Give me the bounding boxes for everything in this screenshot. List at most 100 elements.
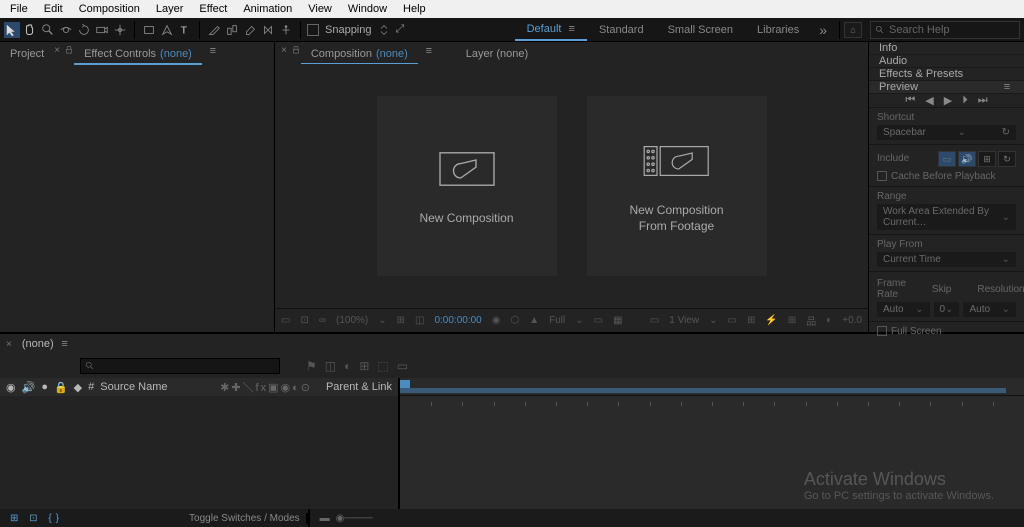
menu-layer[interactable]: Layer bbox=[148, 1, 192, 17]
workspace-default[interactable]: Default ≡ bbox=[515, 19, 587, 41]
panel-menu-icon[interactable]: ≡ bbox=[1000, 81, 1014, 93]
lock-column-icon[interactable]: 🔒 bbox=[54, 381, 68, 394]
alpha-icon[interactable]: ▲ bbox=[529, 315, 539, 326]
menu-view[interactable]: View bbox=[300, 1, 340, 17]
hand-tool[interactable] bbox=[22, 22, 38, 38]
frame-blend-icon[interactable]: ◫ bbox=[325, 359, 336, 373]
flowchart-icon[interactable]: 品 bbox=[806, 313, 816, 328]
include-overlay-icon[interactable]: ⊞ bbox=[978, 151, 996, 167]
eraser-tool[interactable] bbox=[242, 22, 258, 38]
timecode[interactable]: 0:00:00:00 bbox=[434, 315, 481, 326]
timeline-search[interactable] bbox=[80, 358, 280, 374]
lock-icon[interactable] bbox=[64, 45, 74, 55]
framerate-value[interactable]: Auto bbox=[883, 304, 904, 315]
clone-tool[interactable] bbox=[224, 22, 240, 38]
prev-frame-icon[interactable]: ◀ bbox=[925, 94, 933, 107]
region-icon[interactable]: ▭ bbox=[594, 315, 603, 326]
panel-effects-presets[interactable]: Effects & Presets bbox=[869, 68, 1024, 81]
exposure[interactable]: +0.0 bbox=[842, 315, 862, 326]
footer-icon-2[interactable]: ⊡ bbox=[29, 513, 41, 524]
selection-tool[interactable] bbox=[4, 22, 20, 38]
source-name-column[interactable]: Source Name bbox=[100, 381, 214, 393]
viewer-infinity-icon[interactable]: ∞ bbox=[319, 315, 326, 326]
audio-column-icon[interactable]: 🔊 bbox=[22, 381, 36, 394]
playhead[interactable] bbox=[400, 380, 410, 388]
tab-effect-controls[interactable]: Effect Controls (none) bbox=[74, 45, 202, 65]
work-area-bar[interactable] bbox=[400, 388, 1006, 393]
playfrom-value[interactable]: Current Time bbox=[883, 254, 941, 265]
exposure-reset-icon[interactable]: ◐ bbox=[826, 315, 832, 326]
roto-tool[interactable] bbox=[260, 22, 276, 38]
close-tab-icon[interactable]: × bbox=[54, 45, 60, 56]
pixel-aspect-icon[interactable]: ⊞ bbox=[747, 315, 755, 326]
play-icon[interactable]: ▶ bbox=[944, 94, 952, 107]
menu-composition[interactable]: Composition bbox=[71, 1, 148, 17]
tab-composition[interactable]: Composition (none) bbox=[301, 45, 418, 65]
shortcut-value[interactable]: Spacebar bbox=[883, 127, 926, 138]
cache-checkbox[interactable] bbox=[877, 171, 887, 181]
zoom-slider[interactable]: ◉──── bbox=[336, 513, 373, 524]
next-frame-icon[interactable]: ⏵ bbox=[962, 94, 968, 107]
last-frame-icon[interactable]: ⏭ bbox=[978, 94, 988, 107]
graph-editor-icon[interactable]: ⊞ bbox=[359, 359, 369, 373]
track-area[interactable] bbox=[400, 406, 1024, 509]
workspace-standard[interactable]: Standard bbox=[587, 20, 656, 40]
snapshot-icon[interactable]: ◉ bbox=[492, 315, 501, 326]
rectangle-tool[interactable] bbox=[141, 22, 157, 38]
menu-animation[interactable]: Animation bbox=[235, 1, 300, 17]
new-composition-button[interactable]: New Composition bbox=[377, 96, 557, 276]
menu-file[interactable]: File bbox=[2, 1, 36, 17]
orbit-tool[interactable] bbox=[58, 22, 74, 38]
loop-icon[interactable]: ↻ bbox=[998, 151, 1016, 167]
include-video-icon[interactable]: ▭ bbox=[938, 151, 956, 167]
tab-layer[interactable]: Layer (none) bbox=[456, 45, 538, 63]
footer-icon-1[interactable]: ⊞ bbox=[10, 513, 22, 524]
panel-menu-icon[interactable]: ≡ bbox=[422, 45, 436, 57]
first-frame-icon[interactable]: ⏮ bbox=[905, 94, 915, 107]
snapping-toggle[interactable]: Snapping ⤢ bbox=[307, 23, 404, 36]
time-ruler[interactable] bbox=[400, 396, 1024, 406]
menu-window[interactable]: Window bbox=[340, 1, 395, 17]
brush-tool[interactable] bbox=[206, 22, 222, 38]
menu-edit[interactable]: Edit bbox=[36, 1, 71, 17]
channel-icon[interactable]: ⬡ bbox=[510, 315, 519, 326]
footer-icon-3[interactable]: {} bbox=[48, 513, 63, 524]
timeline-sync-icon[interactable]: ⊞ bbox=[788, 315, 796, 326]
workspace-menu-icon[interactable]: ≡ bbox=[569, 23, 575, 35]
panel-menu-icon[interactable]: ≡ bbox=[206, 45, 220, 57]
transparency-icon[interactable]: ▦ bbox=[613, 315, 622, 326]
viewer-mode-icon[interactable]: ▭ bbox=[281, 315, 290, 326]
snapping-options-icon[interactable]: ⤢ bbox=[396, 23, 405, 36]
draft3d-icon[interactable]: ⬚ bbox=[377, 359, 388, 373]
resolution-value[interactable]: Auto bbox=[969, 304, 990, 315]
mask-icon[interactable]: ◫ bbox=[415, 315, 424, 326]
motion-blur-icon[interactable]: ◐ bbox=[344, 359, 351, 373]
puppet-tool[interactable] bbox=[278, 22, 294, 38]
shy-icon[interactable]: ⚑ bbox=[306, 359, 317, 373]
resolution[interactable]: Full bbox=[549, 315, 565, 326]
rotation-tool[interactable] bbox=[76, 22, 92, 38]
workspace-overflow-icon[interactable]: » bbox=[811, 22, 835, 38]
workspace-small-screen[interactable]: Small Screen bbox=[656, 20, 745, 40]
snapping-checkbox[interactable] bbox=[307, 24, 319, 36]
workspace-libraries[interactable]: Libraries bbox=[745, 20, 811, 40]
toggle-switches-button[interactable]: Toggle Switches / Modes bbox=[189, 513, 300, 524]
render-icon[interactable]: ▭ bbox=[397, 359, 408, 373]
panel-audio[interactable]: Audio bbox=[869, 55, 1024, 68]
zoom-tool[interactable] bbox=[40, 22, 56, 38]
viewer-display-icon[interactable]: ⊡ bbox=[300, 315, 308, 326]
fast-preview-icon[interactable]: ⚡ bbox=[765, 315, 777, 326]
include-audio-icon[interactable]: 🔊 bbox=[958, 151, 976, 167]
home-icon[interactable]: ⌂ bbox=[844, 22, 862, 38]
text-tool[interactable]: T bbox=[177, 22, 193, 38]
eye-column-icon[interactable]: ◉ bbox=[6, 381, 16, 394]
tab-project[interactable]: Project bbox=[0, 45, 54, 63]
search-help[interactable]: Search Help bbox=[870, 21, 1020, 39]
views[interactable]: 1 View bbox=[669, 315, 699, 326]
panel-preview[interactable]: Preview≡ bbox=[869, 81, 1024, 94]
label-column-icon[interactable]: ◆ bbox=[74, 381, 82, 394]
camera-tool[interactable] bbox=[94, 22, 110, 38]
range-value[interactable]: Work Area Extended By Current… bbox=[883, 206, 1002, 228]
panel-info[interactable]: Info bbox=[869, 42, 1024, 55]
menu-help[interactable]: Help bbox=[395, 1, 434, 17]
